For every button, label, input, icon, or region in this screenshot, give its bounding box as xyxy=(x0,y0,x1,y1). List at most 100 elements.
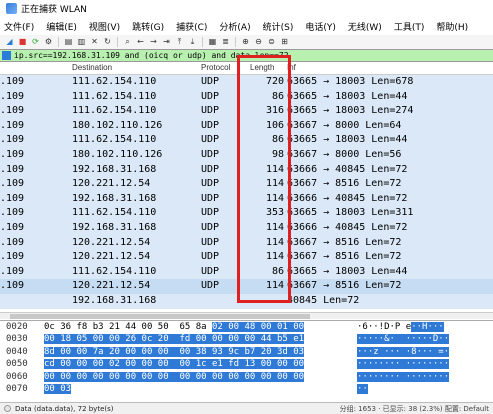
menu-capture[interactable]: 捕获(C) xyxy=(176,20,207,33)
menu-tools[interactable]: 工具(T) xyxy=(394,20,425,33)
colorize-icon[interactable]: ▦ xyxy=(207,37,218,48)
bottom-icon[interactable]: ⤓ xyxy=(187,37,198,48)
packet-info: 63666 → 40845 Len=72 xyxy=(287,221,408,233)
find-icon[interactable]: ⌕ xyxy=(122,37,133,48)
hex-bytes-selected: cd 00 00 00 02 00 00 00 00 1c e1 fd 13 0… xyxy=(44,359,305,370)
packet-source: .109 xyxy=(0,90,25,102)
packet-row[interactable]: .109 180.102.110.126 UDP 106 63667 → 8000 Le… xyxy=(0,118,493,134)
go-icon[interactable]: ⇥ xyxy=(161,37,172,48)
packet-list: Destination Protocol Length Inf .109 111.… xyxy=(0,62,493,312)
packet-row[interactable]: .109 120.221.12.54 UDP 114 63667 → 8516 Len=… xyxy=(0,235,493,251)
packet-row[interactable]: .109 192.168.31.168 UDP 114 63666 → 40845 Le… xyxy=(0,191,493,207)
packet-destination: 111.62.154.110 xyxy=(72,265,157,277)
hex-row: 0050 cd 00 00 00 02 00 00 00 00 1c e1 fd … xyxy=(0,358,493,370)
packet-row[interactable]: .109 111.62.154.110 UDP 353 63665 → 18003 Le… xyxy=(0,206,493,221)
packet-row[interactable]: .109 120.221.12.54 UDP 114 63667 → 8516 Len=… xyxy=(0,250,493,265)
status-bar: Data (data.data), 72 byte(s) 分组: 1653 · … xyxy=(0,402,493,414)
hex-bytes-selected: 00 18 05 00 00 26 0c 20 fd 00 00 00 00 4… xyxy=(44,334,305,345)
hex-ascii[interactable]: ·····&· ·····D·· xyxy=(357,334,450,345)
packet-destination: 111.62.154.110 xyxy=(72,207,157,219)
restart-icon[interactable]: ⟳ xyxy=(30,37,41,48)
packet-destination: 192.168.31.168 xyxy=(72,294,157,306)
column-length[interactable]: Length xyxy=(250,63,274,72)
menu-go[interactable]: 跳转(G) xyxy=(132,20,164,33)
hex-ascii[interactable]: ········ ········ xyxy=(357,371,450,382)
file-icon[interactable]: ▥ xyxy=(76,37,87,48)
zoom-reset-icon[interactable]: ⊜ xyxy=(266,37,277,48)
packet-info: 63667 → 8000 Len=56 xyxy=(287,148,402,160)
hex-bytes[interactable]: 00 00 00 00 00 00 00 00 00 00 00 00 00 0… xyxy=(44,371,305,382)
scrollbar-thumb[interactable] xyxy=(10,314,310,319)
top-icon[interactable]: ⤒ xyxy=(174,37,185,48)
menu-help[interactable]: 帮助(H) xyxy=(436,20,468,33)
packet-protocol: UDP xyxy=(201,178,220,190)
hex-ascii[interactable]: ·· xyxy=(357,383,368,394)
stop-icon[interactable]: ■ xyxy=(17,37,28,48)
packet-bytes-pane: 0020 0c 36 f8 b3 21 44 00 50 65 8a 02 00 … xyxy=(0,320,493,402)
packet-info: 63665 → 18003 Len=44 xyxy=(287,265,408,277)
hex-bytes[interactable]: 8d 00 00 7a 20 00 00 00 00 38 93 9c b7 2… xyxy=(44,346,305,357)
packet-info: 63665 → 18003 Len=678 xyxy=(287,76,414,87)
packet-protocol: UDP xyxy=(201,105,220,117)
window-title: 正在捕获 WLAN xyxy=(21,5,87,15)
packet-destination: 111.62.154.110 xyxy=(72,90,157,102)
packet-length: 316 xyxy=(265,105,284,117)
packet-length: 86 xyxy=(271,265,284,277)
zoom-out-icon[interactable]: ⊖ xyxy=(253,37,264,48)
menu-wireless[interactable]: 无线(W) xyxy=(348,20,382,33)
hex-bytes[interactable]: 00 03 xyxy=(44,383,72,394)
packet-row[interactable]: .109 180.102.110.126 UDP 98 63667 → 8000 Len… xyxy=(0,147,493,163)
status-packet-counts: 分组: 1653 · 已显示: 38 (2.3%) 配置: Default xyxy=(339,405,489,413)
close-icon[interactable]: ✕ xyxy=(89,37,100,48)
display-filter-bar[interactable]: ip.src==192.168.31.109 and (oicq or udp)… xyxy=(0,49,493,62)
options-icon[interactable]: ⚙ xyxy=(43,37,54,48)
hex-ascii[interactable]: ·6··!D·P e··H··· xyxy=(357,322,444,332)
title-bar: 正在捕获 WLAN xyxy=(0,0,493,17)
column-info[interactable]: Inf xyxy=(287,63,296,72)
packet-row[interactable]: .109 111.62.154.110 UDP 316 63665 → 18003 Le… xyxy=(0,104,493,119)
hex-row: 0070 00 03 ·· xyxy=(0,383,493,395)
packet-row[interactable]: .109 111.62.154.110 UDP 86 63665 → 18003 Len… xyxy=(0,89,493,105)
zoom-in-icon[interactable]: ⊕ xyxy=(240,37,251,48)
packet-row[interactable]: .109 111.62.154.110 UDP 720 63665 → 18003 Le… xyxy=(0,75,493,90)
menu-view[interactable]: 视图(V) xyxy=(89,20,120,33)
packet-destination: 111.62.154.110 xyxy=(72,134,157,146)
menu-file[interactable]: 文件(F) xyxy=(4,20,34,33)
packet-row[interactable]: .109 111.62.154.110 UDP 86 63665 → 18003 Len… xyxy=(0,264,493,280)
hex-ascii[interactable]: ···z ··· ·8··· =· xyxy=(357,346,450,357)
packet-row[interactable]: .109 192.168.31.168 UDP 114 63666 → 40845 Le… xyxy=(0,220,493,236)
horizontal-scrollbar[interactable] xyxy=(0,312,493,319)
column-protocol[interactable]: Protocol xyxy=(201,63,230,72)
menu-statistics[interactable]: 统计(S) xyxy=(263,20,294,33)
shark-fin-icon[interactable]: ◢ xyxy=(4,37,15,48)
menu-edit[interactable]: 编辑(E) xyxy=(46,20,77,33)
packet-info: 63666 → 40845 Len=72 xyxy=(287,192,408,204)
packet-row[interactable]: .109 120.221.12.54 UDP 114 63667 → 8516 Len=… xyxy=(0,279,493,294)
expert-info-icon[interactable] xyxy=(4,405,11,412)
back-icon[interactable]: ← xyxy=(135,37,146,48)
hex-bytes[interactable]: 0c 36 f8 b3 21 44 00 50 65 8a 02 00 48 0… xyxy=(44,322,305,332)
open-icon[interactable]: ▤ xyxy=(63,37,74,48)
hex-bytes[interactable]: 00 18 05 00 00 26 0c 20 fd 00 00 00 00 4… xyxy=(44,334,305,345)
bookmark-icon[interactable] xyxy=(2,51,11,60)
forward-icon[interactable]: → xyxy=(148,37,159,48)
menu-analyze[interactable]: 分析(A) xyxy=(219,20,250,33)
packet-row[interactable]: .109 192.168.31.168 UDP 114 63666 → 40845 Le… xyxy=(0,162,493,178)
packet-protocol: UDP xyxy=(201,148,220,160)
packet-row[interactable]: 192.168.31.168 40845 Len=72 xyxy=(0,293,493,309)
packet-row[interactable]: .109 111.62.154.110 UDP 86 63665 → 18003 Len… xyxy=(0,133,493,148)
column-destination[interactable]: Destination xyxy=(72,63,112,72)
resize-columns-icon[interactable]: ⊞ xyxy=(279,37,290,48)
packet-source: .109 xyxy=(0,105,25,117)
hex-ascii[interactable]: ········ ········ xyxy=(357,359,450,370)
packet-source: .109 xyxy=(0,207,25,219)
packet-row[interactable]: .109 120.221.12.54 UDP 114 63667 → 8516 Len=… xyxy=(0,177,493,192)
display-filter-input[interactable]: ip.src==192.168.31.109 and (oicq or udp)… xyxy=(14,51,289,60)
autoscroll-icon[interactable]: ≣ xyxy=(220,37,231,48)
reload-icon[interactable]: ↻ xyxy=(102,37,113,48)
menu-telephony[interactable]: 电话(Y) xyxy=(305,20,336,33)
hex-bytes[interactable]: cd 00 00 00 02 00 00 00 00 1c e1 fd 13 0… xyxy=(44,359,305,370)
toolbar-separator xyxy=(58,37,59,47)
wireshark-app-icon xyxy=(6,3,17,14)
packet-info: 63666 → 40845 Len=72 xyxy=(287,163,408,175)
